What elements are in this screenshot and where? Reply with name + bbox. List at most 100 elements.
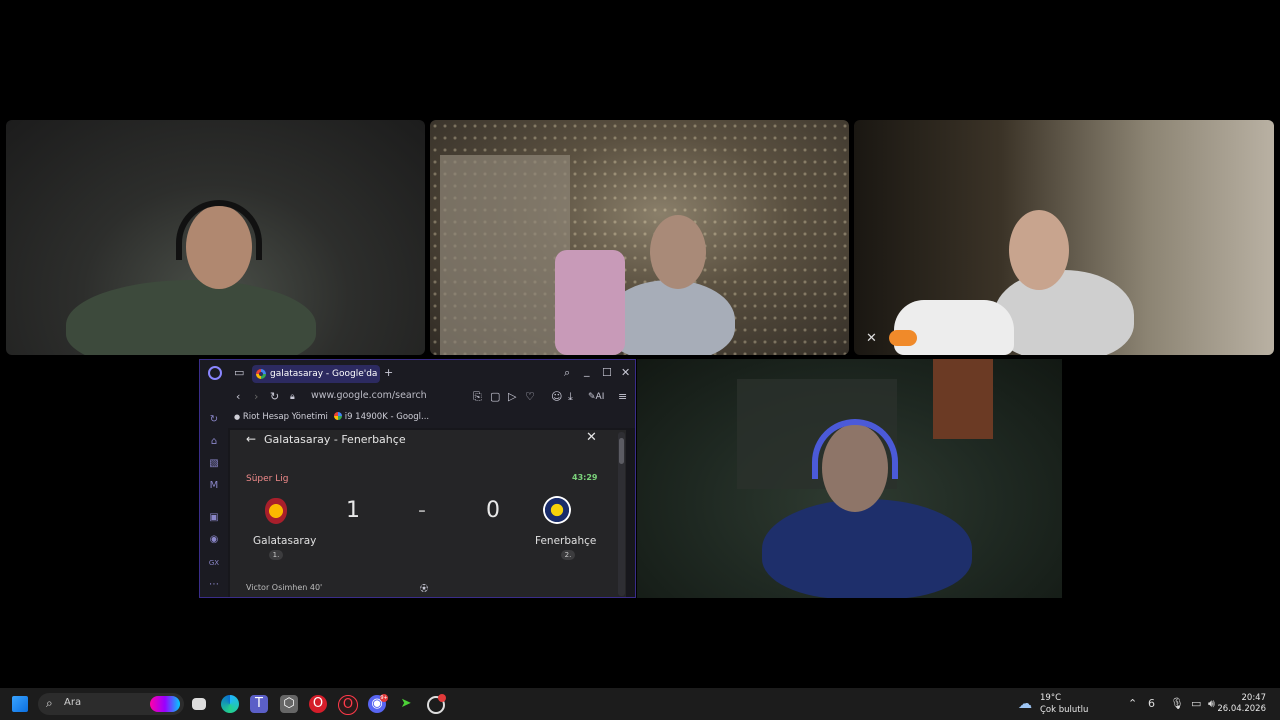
home-score: 1 [346, 498, 360, 523]
headset-icon [176, 200, 262, 260]
search-icon[interactable]: ⌕ [564, 367, 570, 379]
video-tile-participant-4[interactable] [637, 359, 1062, 598]
video-tile-participant-2[interactable] [430, 120, 849, 355]
fenerbahce-crest-icon [543, 496, 571, 524]
menu-icon[interactable]: ≡ [618, 391, 627, 403]
tray-app-icon[interactable]: 6 [1148, 697, 1155, 710]
tab-title: galatasaray - Google'da Ara [270, 369, 380, 379]
heart-icon[interactable]: ♡ [525, 391, 535, 403]
back-icon[interactable]: ‹ [236, 391, 240, 403]
participant-body [66, 280, 316, 355]
app-green-icon[interactable]: ➤ [397, 695, 415, 713]
league-name[interactable]: Süper Lig [246, 474, 288, 484]
address-bar: ‹ › ↻ 🔒︎ ⎘ ▢ ▷ ♡ ☺ ⤓ ✎AI ≡ [228, 386, 635, 408]
app-cube-icon[interactable]: ⬡ [280, 695, 298, 713]
goose-plush [894, 300, 1014, 355]
google-icon [256, 369, 266, 379]
clock-time: 20:47 [1241, 693, 1267, 703]
ai-label: AI [595, 392, 605, 402]
muted-mic-icon: ✕ [866, 331, 877, 346]
home-rank: 1. [269, 550, 283, 560]
tab-island-icon[interactable]: ▢ [490, 391, 500, 403]
download-icon[interactable]: ⤓ [568, 391, 573, 403]
tab-switch-icon[interactable]: ▭ [234, 367, 244, 379]
edge-icon[interactable] [221, 695, 239, 713]
network-icon[interactable]: ▭ [1191, 697, 1201, 710]
windows-start-icon[interactable] [12, 696, 28, 712]
weather-cloud-icon: ☁ [1018, 696, 1032, 712]
opera-gx-icon[interactable]: O [338, 695, 358, 715]
browser-sidebar: ↻ ⌂ ▧ M ▣ ◉ GX ⋯ [200, 386, 228, 597]
away-score: 0 [486, 498, 500, 523]
away-team-name[interactable]: Fenerbahçe [535, 535, 596, 547]
maximize-icon[interactable]: ☐ [602, 367, 612, 379]
page-scrollbar[interactable] [618, 432, 625, 596]
participant-head [1009, 210, 1069, 290]
task-view-icon[interactable] [192, 698, 206, 710]
gx-cleaner-icon[interactable]: ⌂ [208, 436, 220, 448]
home-team-name[interactable]: Galatasaray [253, 535, 316, 547]
match-card: ← Galatasaray - Fenerbahçe ✕ Süper Lig 4… [230, 430, 626, 597]
riot-icon: ● [234, 413, 241, 421]
messenger-icon[interactable]: M [208, 480, 220, 492]
search-highlight-icon [150, 696, 180, 712]
close-icon[interactable]: ✕ [586, 431, 597, 444]
bookmarks-bar: ● Riot Hesap Yönetimi i9 14900K - Googl.… [228, 408, 635, 428]
mic-icon[interactable]: 🎙︎ [1170, 697, 1184, 710]
wallet-icon[interactable]: ▧ [208, 458, 220, 470]
bookmark-label: i9 14900K - Googl... [344, 412, 430, 422]
more-icon[interactable]: ⋯ [208, 579, 220, 591]
player-icon[interactable]: ▷ [508, 391, 516, 403]
goal-scorer: Victor Osimhen 40' [246, 583, 323, 592]
minimize-icon[interactable]: _ [584, 365, 590, 377]
chair-pink [555, 250, 625, 355]
reload-icon[interactable]: ↻ [270, 391, 279, 403]
ai-button[interactable]: ✎AI [588, 391, 604, 403]
goose-beak [889, 330, 917, 346]
search-placeholder: Ara [64, 697, 82, 708]
bookmark-i9[interactable]: i9 14900K - Googl... [334, 412, 429, 422]
match-title: Galatasaray - Fenerbahçe [264, 433, 406, 446]
video-tile-participant-1[interactable] [6, 120, 425, 355]
score-separator: - [418, 498, 426, 523]
gx-corner-label[interactable]: GX [208, 557, 220, 569]
windows-taskbar: ⌕ Ara T ⬡ O O ◉ 9+ ➤ ☁ 19°C Çok bulutlu … [0, 688, 1280, 720]
gx-control-icon[interactable]: ↻ [208, 414, 220, 426]
tab-galatasaray-search[interactable]: galatasaray - Google'da Ara [252, 365, 380, 383]
account-icon[interactable]: ☺ [551, 391, 562, 403]
back-arrow-icon[interactable]: ← [246, 433, 256, 445]
scrollbar-thumb[interactable] [619, 438, 624, 464]
match-time: 43:29 [572, 473, 598, 482]
poster [933, 359, 993, 439]
video-tile-participant-3[interactable]: ✕ [854, 120, 1274, 355]
new-tab-icon[interactable]: + [384, 367, 393, 379]
weather-desc: Çok bulutlu [1040, 705, 1089, 715]
snapshot-icon[interactable]: ⎘ [473, 391, 482, 403]
google-icon [334, 412, 342, 420]
weather-temp: 19°C [1040, 693, 1062, 703]
search-icon: ⌕ [46, 696, 53, 710]
bookmark-riot[interactable]: ● Riot Hesap Yönetimi [234, 412, 328, 422]
clock-date: 26.04.2026 [1217, 704, 1266, 714]
taskbar-search[interactable]: ⌕ Ara [38, 693, 184, 715]
chevron-up-icon[interactable]: ⌃ [1128, 697, 1137, 710]
forward-icon[interactable]: › [254, 391, 258, 403]
url-field[interactable]: www.google.com/search [311, 390, 427, 401]
teams-icon[interactable]: T [250, 695, 268, 713]
discord-icon[interactable]: ◉ [208, 534, 220, 546]
weather-widget[interactable]: ☁ 19°C Çok bulutlu [1018, 693, 1108, 717]
opera-logo-icon[interactable] [208, 366, 222, 380]
discord-badge: 9+ [380, 694, 388, 702]
participant-body [762, 499, 972, 598]
opera-gx-browser-window[interactable]: ▭ galatasaray - Google'da Ara + ⌕ _ ☐ ✕ … [199, 359, 636, 598]
volume-icon[interactable]: 🔊︎ [1208, 697, 1215, 711]
close-icon[interactable]: ✕ [621, 367, 630, 379]
twitch-icon[interactable]: ▣ [208, 512, 220, 524]
participant-head [650, 215, 706, 289]
opera-icon[interactable]: O [309, 695, 327, 713]
bookmark-label: Riot Hesap Yönetimi [242, 412, 328, 422]
clock[interactable]: 20:47 26.04.2026 [1217, 693, 1266, 715]
away-rank: 2. [561, 550, 575, 560]
tab-bar: ▭ galatasaray - Google'da Ara + ⌕ _ ☐ ✕ [200, 360, 635, 386]
galatasaray-crest-icon [265, 498, 287, 524]
